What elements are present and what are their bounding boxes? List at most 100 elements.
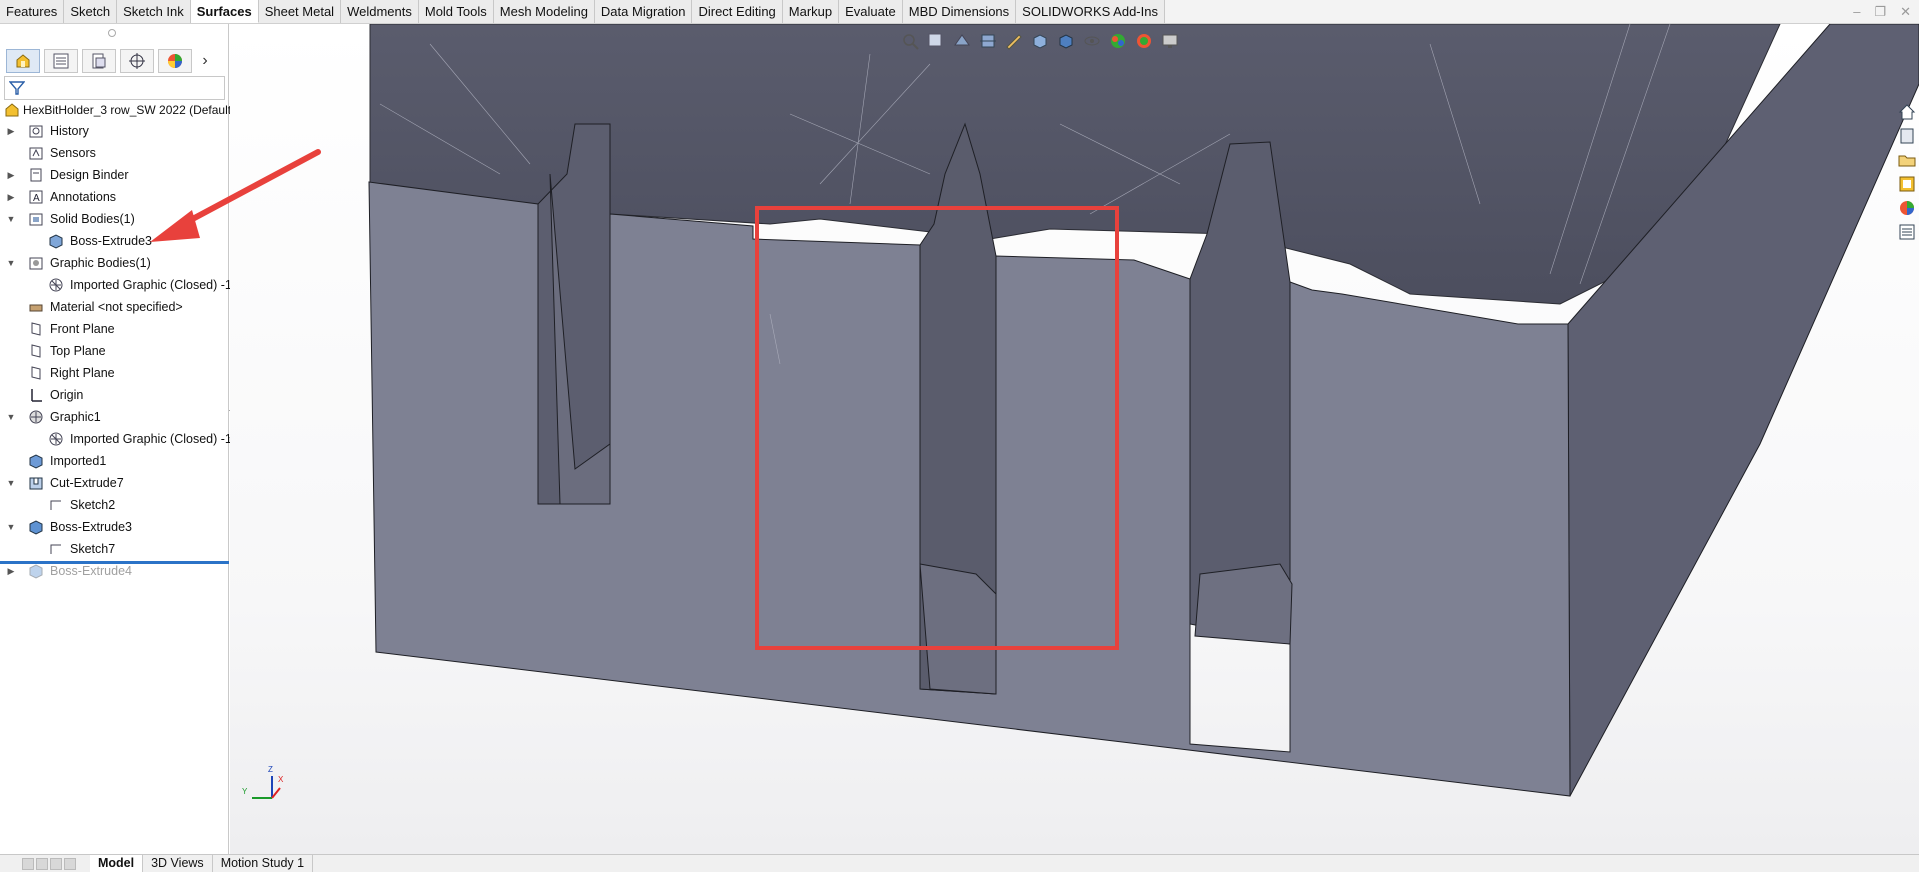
previous-view-icon[interactable] — [952, 31, 972, 51]
tree-item[interactable]: Sketch2 — [0, 494, 229, 516]
tree-item[interactable]: ▼ Boss-Extrude3 — [0, 516, 229, 538]
collapse-arrow-icon[interactable]: ▼ — [6, 208, 16, 230]
tree-item[interactable]: Sensors — [0, 142, 229, 164]
tree-item[interactable]: Boss-Extrude3 — [0, 230, 229, 252]
expand-arrow-icon[interactable]: ▶ — [6, 164, 16, 186]
tab-mesh-modeling[interactable]: Mesh Modeling — [493, 0, 595, 23]
tab-scroll-buttons[interactable] — [0, 855, 90, 872]
tab-mold-tools[interactable]: Mold Tools — [418, 0, 494, 23]
tab-3d-views[interactable]: 3D Views — [143, 855, 213, 872]
tab-weldments[interactable]: Weldments — [341, 0, 419, 23]
minimize-icon[interactable]: – — [1853, 4, 1860, 20]
tree-item[interactable]: Origin — [0, 384, 229, 406]
tree-item-label: Sensors — [50, 146, 96, 160]
axis-triad: Z Y X — [242, 765, 284, 799]
collapse-arrow-icon[interactable]: ▼ — [6, 252, 16, 274]
tree-item-label: Right Plane — [50, 366, 115, 380]
propertymanager-tab[interactable] — [44, 49, 78, 73]
design-library-icon[interactable] — [1897, 126, 1917, 146]
rollback-bar[interactable] — [0, 561, 229, 564]
tree-item-label: Material <not specified> — [50, 300, 183, 314]
view-settings-icon[interactable] — [1160, 31, 1180, 51]
displaymanager-tab[interactable] — [158, 49, 192, 73]
dynamic-annotation-icon[interactable] — [1004, 31, 1024, 51]
close-icon[interactable]: ✕ — [1900, 4, 1911, 20]
tab-mbd-dimensions[interactable]: MBD Dimensions — [902, 0, 1017, 23]
panel-grip-icon[interactable] — [108, 29, 116, 37]
tree-item[interactable]: Top Plane — [0, 340, 229, 362]
restore-icon[interactable]: ❐ — [1874, 4, 1886, 20]
zoom-to-fit-icon[interactable] — [900, 31, 920, 51]
tree-item[interactable]: Imported1 — [0, 450, 229, 472]
view-orientation-icon[interactable] — [1030, 31, 1050, 51]
tree-item[interactable]: ▶ History — [0, 120, 229, 142]
collapse-arrow-icon[interactable]: ▼ — [6, 516, 16, 538]
manager-tabs: › — [6, 48, 225, 74]
tab-sketch[interactable]: Sketch — [64, 0, 118, 23]
tab-solidworks-add-ins[interactable]: SOLIDWORKS Add-Ins — [1016, 0, 1165, 23]
tab-sketch-ink[interactable]: Sketch Ink — [117, 0, 191, 23]
featuremanager-tab[interactable] — [6, 49, 40, 73]
dimxpertmanager-tab[interactable] — [120, 49, 154, 73]
zoom-to-area-icon[interactable] — [926, 31, 946, 51]
tab-evaluate[interactable]: Evaluate — [839, 0, 903, 23]
expand-arrow-icon — [6, 362, 16, 384]
tab-motion-study[interactable]: Motion Study 1 — [213, 855, 314, 872]
cut-extrude-icon — [29, 477, 43, 490]
collapse-arrow-icon[interactable]: ▼ — [6, 406, 16, 428]
expand-arrow-icon — [6, 450, 16, 472]
tab-markup[interactable]: Markup — [782, 0, 840, 23]
tree-root[interactable]: HexBitHolder_3 row_SW 2022 (Default — [0, 100, 231, 120]
window-controls: – ❐ ✕ — [1853, 4, 1911, 20]
tree-item[interactable]: Right Plane — [0, 362, 229, 384]
graphics-area[interactable]: Z Y X — [230, 24, 1919, 854]
custom-properties-icon[interactable] — [1897, 222, 1917, 242]
tree-item[interactable]: ▼ Solid Bodies(1) — [0, 208, 229, 230]
tab-features[interactable]: Features — [0, 0, 65, 23]
task-pane-tabs — [1895, 102, 1919, 242]
section-view-icon[interactable] — [978, 31, 998, 51]
hide-show-items-icon[interactable] — [1082, 31, 1102, 51]
tree-item[interactable]: Imported Graphic (Closed) -1 — [0, 274, 232, 296]
tree-item-label: Top Plane — [50, 344, 106, 358]
tree-item[interactable]: ▼ Cut-Extrude7 — [0, 472, 229, 494]
feature-filter-box[interactable] — [4, 76, 225, 100]
tree-item[interactable]: ▼ Graphic Bodies(1) — [0, 252, 229, 274]
expand-arrow-icon[interactable]: ▶ — [6, 186, 16, 208]
tab-direct-editing[interactable]: Direct Editing — [692, 0, 783, 23]
history-icon — [29, 125, 43, 138]
tree-item[interactable]: ▶ A Annotations — [0, 186, 229, 208]
tree-item[interactable]: ▶ Design Binder — [0, 164, 229, 186]
file-explorer-icon[interactable] — [1897, 150, 1917, 170]
expand-arrow-icon — [22, 494, 32, 516]
expand-arrow-icon — [22, 230, 32, 252]
tree-item[interactable]: Material <not specified> — [0, 296, 229, 318]
view-palette-icon[interactable] — [1897, 174, 1917, 194]
tree-item[interactable]: ▼ Graphic1 — [0, 406, 229, 428]
heads-up-view-toolbar — [900, 28, 1180, 54]
apply-scene-icon[interactable] — [1134, 31, 1154, 51]
tree-item[interactable]: Imported Graphic (Closed) -1 — [0, 428, 232, 450]
appearances-icon[interactable] — [1897, 198, 1917, 218]
tree-item[interactable]: Sketch7 — [0, 538, 229, 560]
tree-item[interactable]: Front Plane — [0, 318, 229, 340]
graphic-feature-icon — [29, 410, 43, 424]
chevron-right-icon[interactable]: › — [196, 49, 214, 73]
collapse-arrow-icon[interactable]: ▼ — [6, 472, 16, 494]
solid-body-icon — [49, 234, 63, 249]
plane-icon — [31, 322, 41, 336]
svg-text:A: A — [33, 193, 40, 204]
tab-surfaces[interactable]: Surfaces — [190, 0, 259, 23]
expand-arrow-icon[interactable]: ▶ — [6, 120, 16, 142]
displaymanager-icon — [168, 54, 182, 68]
tree-item-label: Boss-Extrude3 — [50, 520, 132, 534]
home-icon[interactable] — [1897, 102, 1917, 122]
tab-data-migration[interactable]: Data Migration — [594, 0, 693, 23]
configurationmanager-tab[interactable] — [82, 49, 116, 73]
display-style-icon[interactable] — [1056, 31, 1076, 51]
triad-x-label: X — [278, 775, 284, 784]
tab-model[interactable]: Model — [90, 855, 144, 872]
tree-item-label: Imported Graphic (Closed) -1 — [70, 432, 232, 446]
edit-appearance-icon[interactable] — [1108, 31, 1128, 51]
tab-sheet-metal[interactable]: Sheet Metal — [258, 0, 342, 23]
